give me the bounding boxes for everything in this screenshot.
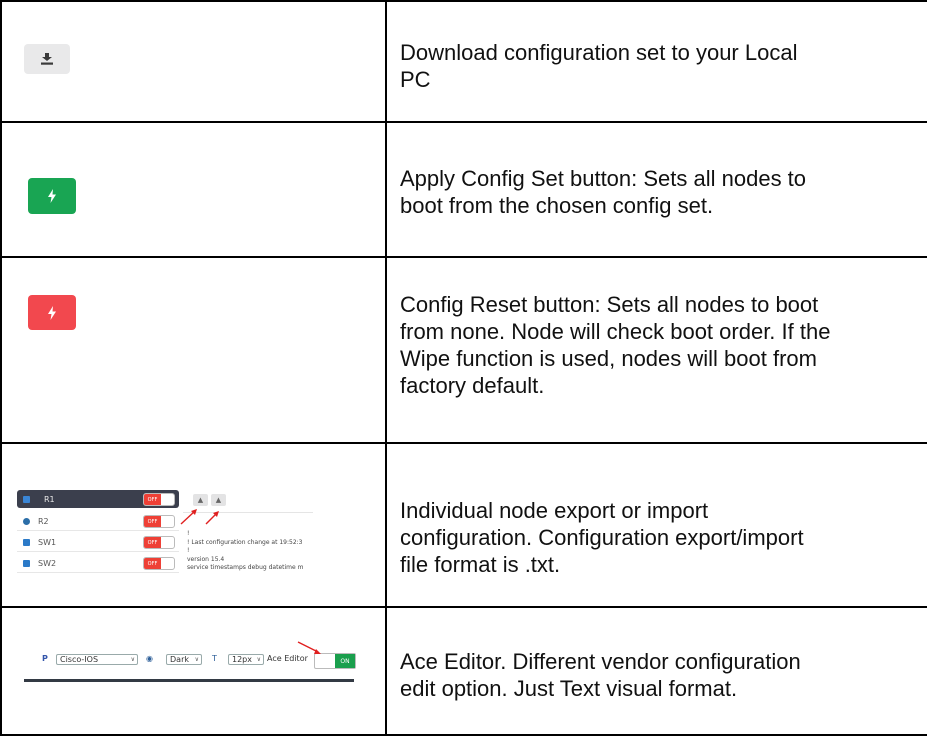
red-arrow-annotation — [297, 641, 321, 654]
editor-toolbar: P Cisco-IOS ∨ ◉ Dark ∨ T 12px ∨ Ace Edit… — [22, 641, 367, 688]
lightning-icon — [48, 189, 56, 203]
download-config-button[interactable] — [24, 44, 70, 74]
table-divider — [0, 121, 927, 123]
config-reset-button[interactable] — [28, 295, 76, 330]
apply-config-set-button[interactable] — [28, 178, 76, 214]
config-preview-text: ! ! Last configuration change at 19:52:3… — [187, 530, 304, 571]
table-column-divider — [385, 0, 387, 736]
table-divider — [0, 442, 927, 444]
table-divider — [0, 256, 927, 258]
row-description: Config Reset button: Sets all nodes to b… — [400, 292, 831, 398]
instruction-table: Download configuration set to your Local… — [0, 0, 927, 736]
row-description: Individual node export or import configu… — [400, 498, 804, 577]
download-icon — [41, 53, 53, 65]
row-description: Ace Editor. Different vendor configurati… — [400, 649, 801, 701]
row-description: Download configuration set to your Local… — [400, 40, 798, 92]
node-config-panel: R1 OFF R2 OFF SW1 OFF SW2 OFF ▲ ▲ ! ! La… — [17, 484, 317, 579]
table-border-top — [0, 0, 927, 2]
table-border-left — [0, 0, 2, 736]
table-divider — [0, 606, 927, 608]
lightning-icon — [48, 305, 56, 320]
editor-top-border — [24, 679, 354, 682]
row-description: Apply Config Set button: Sets all nodes … — [400, 166, 807, 218]
